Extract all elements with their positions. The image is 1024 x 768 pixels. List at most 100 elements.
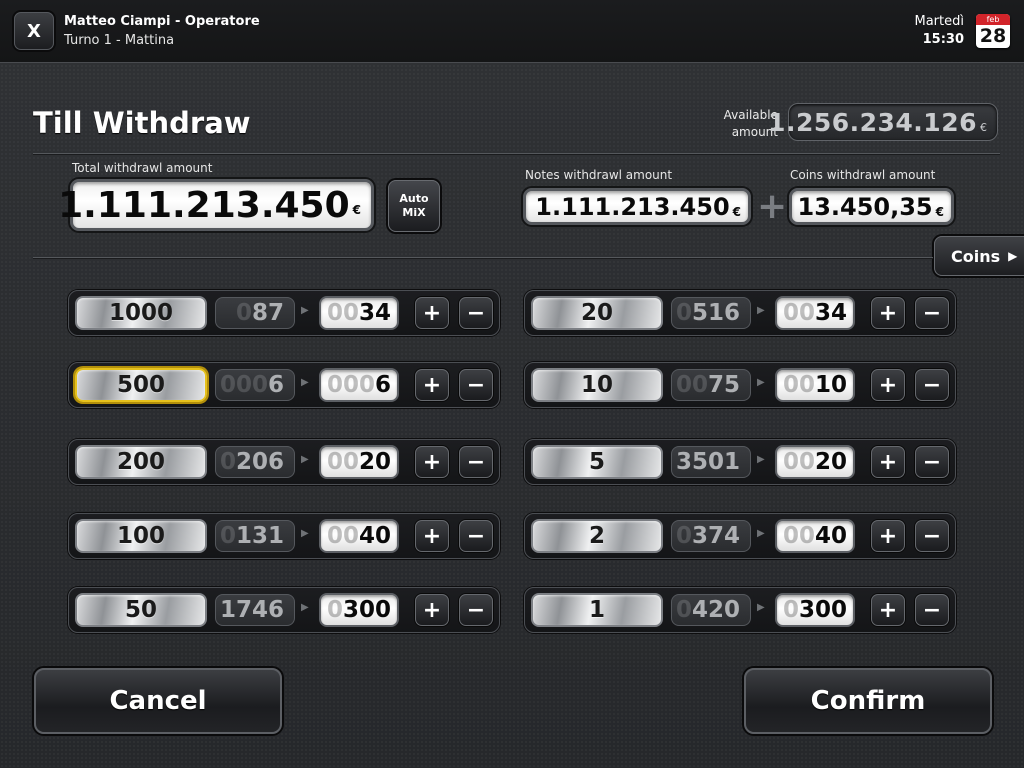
available-count: 0 206 <box>215 446 295 478</box>
arrow-right-icon: ▶ <box>301 305 309 316</box>
notes-withdraw-value: 1.111.213.450 <box>535 192 730 221</box>
denomination-button[interactable]: 5 <box>531 445 663 479</box>
minus-icon: − <box>466 523 486 549</box>
arrow-right-icon: ▶ <box>301 528 309 539</box>
withdraw-count-field[interactable]: 0 300 <box>319 593 399 627</box>
count-padding: 0 <box>219 523 236 549</box>
minus-icon: − <box>466 300 486 326</box>
cancel-button[interactable]: Cancel <box>34 668 282 734</box>
decrement-button[interactable]: − <box>459 297 493 329</box>
withdraw-count-field[interactable]: 00 20 <box>775 445 855 479</box>
denomination-button[interactable]: 500 <box>75 368 207 402</box>
denomination-button[interactable]: 50 <box>75 593 207 627</box>
divider <box>33 257 933 258</box>
count-padding: 0 <box>675 597 692 623</box>
denomination-row: 1000 0 87 ▶ 00 34 + − <box>68 290 500 336</box>
denomination-button[interactable]: 200 <box>75 445 207 479</box>
available-count-value: 374 <box>691 523 740 549</box>
denomination-button[interactable]: 1000 <box>75 296 207 330</box>
available-count: 0 131 <box>215 520 295 552</box>
minus-icon: − <box>466 449 486 475</box>
plus-icon: + <box>878 449 898 475</box>
calendar-month: feb <box>976 14 1010 25</box>
total-withdraw-field[interactable]: 1.111.213.450 € <box>58 179 374 231</box>
withdraw-count-field[interactable]: 00 34 <box>775 296 855 330</box>
denomination-row: 2 0 374 ▶ 00 40 + − <box>524 513 956 559</box>
increment-button[interactable]: + <box>415 446 449 478</box>
decrement-button[interactable]: − <box>459 594 493 626</box>
withdraw-count-value: 300 <box>342 597 391 623</box>
minus-icon: − <box>922 597 942 623</box>
decrement-button[interactable]: − <box>459 446 493 478</box>
denomination-row: 10 00 75 ▶ 00 10 + − <box>524 362 956 408</box>
auto-mix-button[interactable]: Auto MiX <box>388 180 440 232</box>
denomination-row: 50 1746 ▶ 0 300 + − <box>68 587 500 633</box>
denomination-button[interactable]: 20 <box>531 296 663 330</box>
minus-icon: − <box>922 449 942 475</box>
play-arrow-icon: ▶ <box>1008 249 1018 263</box>
minus-icon: − <box>466 597 486 623</box>
coins-tab[interactable]: Coins ▶ <box>934 236 1024 276</box>
denomination-button[interactable]: 10 <box>531 368 663 402</box>
count-padding: 0 <box>675 300 692 326</box>
denomination-button[interactable]: 2 <box>531 519 663 553</box>
close-button[interactable]: X <box>14 12 54 50</box>
auto-mix-line1: Auto <box>399 192 429 205</box>
plus-icon: + <box>422 449 442 475</box>
withdraw-count-field[interactable]: 000 6 <box>319 368 399 402</box>
increment-button[interactable]: + <box>871 297 905 329</box>
increment-button[interactable]: + <box>415 369 449 401</box>
withdraw-count-value: 34 <box>358 300 391 326</box>
denomination-row: 100 0 131 ▶ 00 40 + − <box>68 513 500 559</box>
denomination-row: 1 0 420 ▶ 0 300 + − <box>524 587 956 633</box>
decrement-button[interactable]: − <box>915 446 949 478</box>
arrow-right-icon: ▶ <box>757 377 765 388</box>
denomination-row: 200 0 206 ▶ 00 20 + − <box>68 439 500 485</box>
decrement-button[interactable]: − <box>915 297 949 329</box>
count-padding: 000 <box>219 372 268 398</box>
decrement-button[interactable]: − <box>915 594 949 626</box>
increment-button[interactable]: + <box>871 446 905 478</box>
plus-icon: + <box>422 300 442 326</box>
decrement-button[interactable]: − <box>915 369 949 401</box>
available-count: 00 75 <box>671 369 751 401</box>
coins-withdraw-field[interactable]: 13.450,35 € <box>789 188 954 225</box>
confirm-button[interactable]: Confirm <box>744 668 992 734</box>
decrement-button[interactable]: − <box>915 520 949 552</box>
withdraw-count-value: 40 <box>814 523 847 549</box>
arrow-right-icon: ▶ <box>301 377 309 388</box>
increment-button[interactable]: + <box>871 594 905 626</box>
denomination-button[interactable]: 1 <box>531 593 663 627</box>
decrement-button[interactable]: − <box>459 369 493 401</box>
available-count-value: 1746 <box>219 597 284 623</box>
withdraw-count-field[interactable]: 00 40 <box>775 519 855 553</box>
withdraw-count-field[interactable]: 00 20 <box>319 445 399 479</box>
increment-button[interactable]: + <box>415 594 449 626</box>
notes-withdraw-field[interactable]: 1.111.213.450 € <box>523 188 751 225</box>
increment-button[interactable]: + <box>871 369 905 401</box>
withdraw-count-field[interactable]: 00 34 <box>319 296 399 330</box>
close-icon: X <box>27 20 41 42</box>
arrow-right-icon: ▶ <box>301 454 309 465</box>
count-padding: 00 <box>782 523 815 549</box>
coins-withdraw-label: Coins withdrawl amount <box>790 168 936 182</box>
increment-button[interactable]: + <box>871 520 905 552</box>
withdraw-count-value: 40 <box>358 523 391 549</box>
withdraw-count-field[interactable]: 0 300 <box>775 593 855 627</box>
withdraw-count-field[interactable]: 00 10 <box>775 368 855 402</box>
denomination-button[interactable]: 100 <box>75 519 207 553</box>
available-count-value: 206 <box>235 449 284 475</box>
calendar-icon: feb 28 <box>976 14 1010 48</box>
top-bar: X Matteo Ciampi - Operatore Turno 1 - Ma… <box>0 0 1024 63</box>
denomination-row: 5 3501 ▶ 00 20 + − <box>524 439 956 485</box>
count-padding: 00 <box>326 300 359 326</box>
available-count-value: 87 <box>251 300 284 326</box>
increment-button[interactable]: + <box>415 297 449 329</box>
withdraw-count-field[interactable]: 00 40 <box>319 519 399 553</box>
euro-symbol: € <box>352 203 361 217</box>
arrow-right-icon: ▶ <box>757 305 765 316</box>
increment-button[interactable]: + <box>415 520 449 552</box>
minus-icon: − <box>922 300 942 326</box>
decrement-button[interactable]: − <box>459 520 493 552</box>
minus-icon: − <box>922 372 942 398</box>
